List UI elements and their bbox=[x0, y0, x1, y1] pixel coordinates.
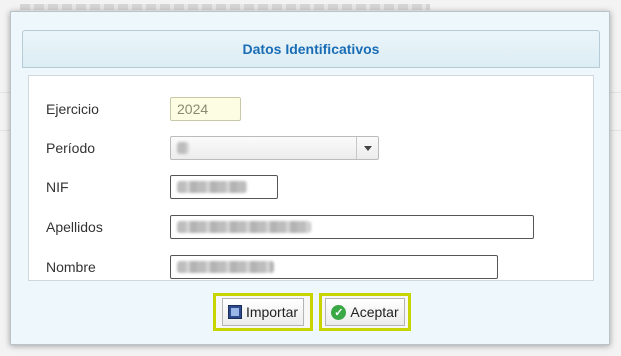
datos-identificativos-dialog: Datos Identificativos Ejercicio 2024 Per… bbox=[10, 11, 610, 345]
apellidos-field[interactable] bbox=[170, 215, 534, 239]
importar-button[interactable]: Importar bbox=[213, 293, 313, 331]
aceptar-button[interactable]: ✓ Aceptar bbox=[319, 293, 411, 331]
ejercicio-label: Ejercicio bbox=[46, 101, 99, 117]
periodo-select[interactable] bbox=[170, 136, 379, 160]
nif-label: NIF bbox=[46, 179, 69, 195]
aceptar-button-face: ✓ Aceptar bbox=[325, 298, 405, 326]
dialog-header: Datos Identificativos bbox=[22, 30, 600, 68]
backdrop-blurred-text bbox=[20, 4, 430, 10]
ejercicio-value: 2024 bbox=[177, 101, 209, 117]
importar-button-face: Importar bbox=[221, 298, 305, 326]
dialog-title: Datos Identificativos bbox=[242, 41, 380, 57]
check-circle-icon: ✓ bbox=[331, 304, 347, 320]
importar-label: Importar bbox=[245, 304, 299, 320]
apellidos-label: Apellidos bbox=[46, 219, 103, 235]
periodo-redacted-value bbox=[177, 142, 189, 154]
nombre-field[interactable] bbox=[170, 255, 498, 279]
import-icon bbox=[227, 305, 242, 319]
form-panel: Ejercicio 2024 Período NIF Apellidos Nom… bbox=[28, 75, 594, 281]
nombre-redacted-value bbox=[177, 261, 274, 273]
nombre-label: Nombre bbox=[46, 259, 96, 275]
periodo-label: Período bbox=[46, 140, 96, 156]
aceptar-label: Aceptar bbox=[350, 304, 399, 320]
nif-redacted-value bbox=[177, 181, 247, 193]
apellidos-redacted-value bbox=[177, 221, 311, 233]
nif-field[interactable] bbox=[170, 175, 278, 199]
periodo-selected-value bbox=[171, 142, 356, 154]
ejercicio-field[interactable]: 2024 bbox=[170, 97, 241, 121]
chevron-down-icon[interactable] bbox=[356, 137, 378, 159]
